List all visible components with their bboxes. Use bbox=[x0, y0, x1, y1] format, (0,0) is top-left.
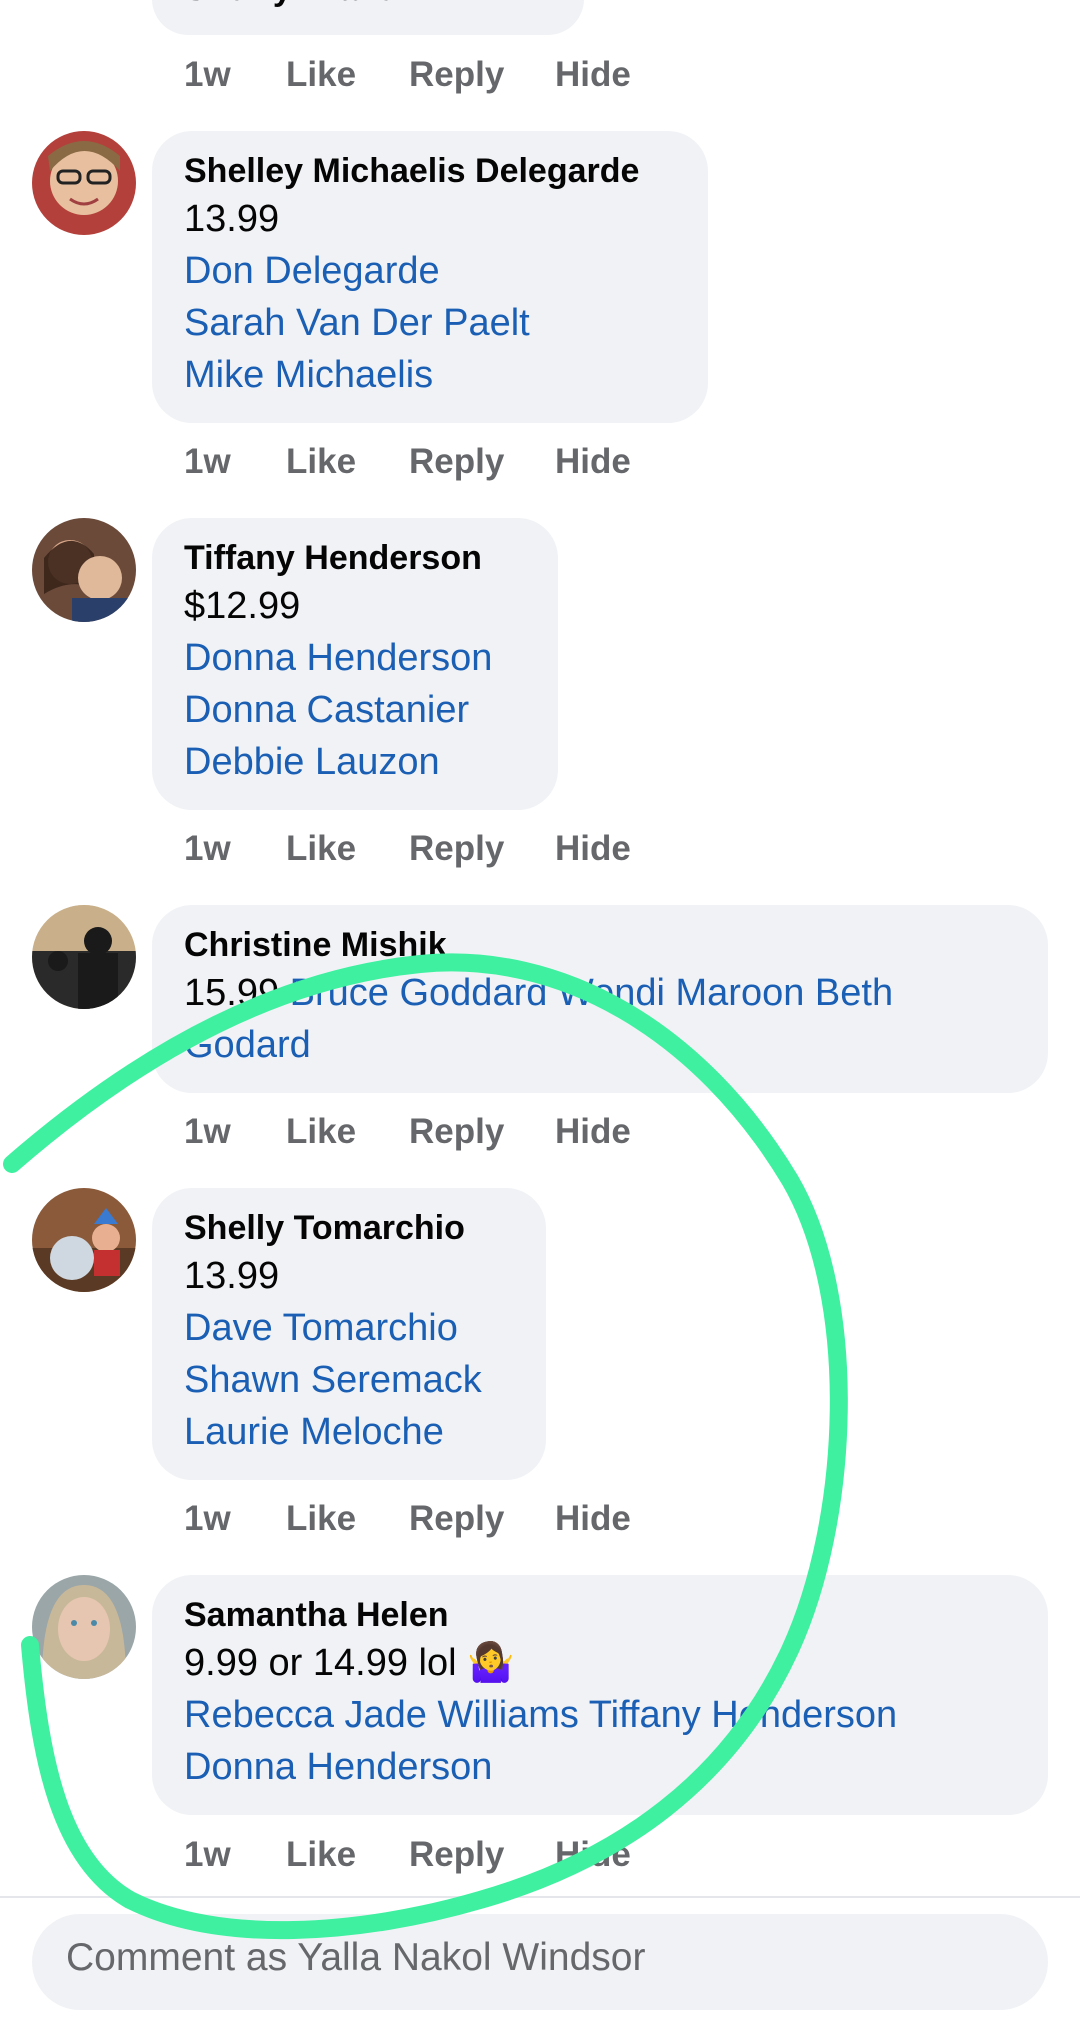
shrug-emoji: 🤷‍♀️ bbox=[467, 1642, 515, 1684]
like-button[interactable]: Like bbox=[286, 1112, 409, 1152]
avatar[interactable] bbox=[32, 518, 136, 622]
reply-button[interactable]: Reply bbox=[409, 1112, 555, 1152]
tagged-user[interactable]: Debbie Lauzon bbox=[184, 736, 526, 788]
reply-button[interactable]: Reply bbox=[409, 829, 555, 869]
tagged-users[interactable]: Rebecca Jade Williams Tiffany Henderson bbox=[184, 1689, 1016, 1741]
comment-bubble[interactable]: Shelly Tomarchio 13.99 Dave Tomarchio Sh… bbox=[152, 1188, 546, 1480]
comment-text: 13.99 bbox=[184, 1255, 280, 1297]
comment-text: 9.99 or 14.99 lol bbox=[184, 1642, 457, 1684]
hide-button[interactable]: Hide bbox=[555, 1835, 631, 1875]
comment-author[interactable]: Tiffany Henderson bbox=[184, 536, 526, 580]
comment-time[interactable]: 1w bbox=[184, 1499, 286, 1539]
tagged-user[interactable]: Sarah Van Der Paelt bbox=[184, 297, 676, 349]
tagged-user[interactable]: Donna Castanier bbox=[184, 684, 526, 736]
comment-text-line: 15.99 Bruce Goddard Wendi Maroon Beth bbox=[184, 967, 1016, 1019]
comment-author[interactable]: Christine Mishik bbox=[184, 923, 1016, 967]
comment-bubble[interactable]: Shelley Michaelis Delegarde 13.99 Don De… bbox=[152, 131, 708, 423]
comment-actions: 1w Like Reply Hide bbox=[184, 1107, 631, 1157]
comment-actions: 1w Like Reply Hide bbox=[184, 437, 631, 487]
comment-author[interactable]: Samantha Helen bbox=[184, 1593, 1016, 1637]
comment-actions: 1w Like Reply Hide bbox=[184, 50, 631, 100]
comment-text: $12.99 bbox=[184, 585, 301, 627]
comment-bubble[interactable]: Tiffany Henderson $12.99 Donna Henderson… bbox=[152, 518, 558, 810]
comment-bubble[interactable]: Samantha Helen 9.99 or 14.99 lol 🤷‍♀️ Re… bbox=[152, 1575, 1048, 1815]
tagged-user[interactable]: Shawn Seremack bbox=[184, 1354, 514, 1406]
reply-button[interactable]: Reply bbox=[409, 1835, 555, 1875]
comment-text: 13.99 bbox=[184, 198, 280, 240]
like-button[interactable]: Like bbox=[286, 1835, 409, 1875]
comment-author[interactable]: Shelly Tomarchio bbox=[184, 1206, 514, 1250]
tagged-users[interactable]: Godard bbox=[184, 1019, 1016, 1071]
comment-text-line: 9.99 or 14.99 lol 🤷‍♀️ bbox=[184, 1637, 1016, 1689]
like-button[interactable]: Like bbox=[286, 55, 409, 95]
avatar[interactable] bbox=[32, 131, 136, 235]
comment-actions: 1w Like Reply Hide bbox=[184, 1830, 631, 1880]
hide-button[interactable]: Hide bbox=[555, 442, 631, 482]
comment-time[interactable]: 1w bbox=[184, 1112, 286, 1152]
comment-time[interactable]: 1w bbox=[184, 55, 286, 95]
like-button[interactable]: Like bbox=[286, 1499, 409, 1539]
comment-bubble-partial[interactable]: Sherry Drake bbox=[152, 0, 584, 35]
avatar[interactable] bbox=[32, 1575, 136, 1679]
tagged-users[interactable]: Bruce Goddard Wendi Maroon Beth bbox=[290, 972, 893, 1014]
tagged-user[interactable]: Laurie Meloche bbox=[184, 1406, 514, 1458]
tagged-user[interactable]: Mike Michaelis bbox=[184, 349, 676, 401]
avatar[interactable] bbox=[32, 1188, 136, 1292]
comment-actions: 1w Like Reply Hide bbox=[184, 1494, 631, 1544]
comment-actions: 1w Like Reply Hide bbox=[184, 824, 631, 874]
tagged-users[interactable]: Donna Henderson bbox=[184, 1741, 1016, 1793]
tagged-user[interactable]: Donna Henderson bbox=[184, 632, 526, 684]
comment-bubble[interactable]: Christine Mishik 15.99 Bruce Goddard Wen… bbox=[152, 905, 1048, 1093]
tagged-user[interactable]: Dave Tomarchio bbox=[184, 1302, 514, 1354]
tagged-user[interactable]: Don Delegarde bbox=[184, 245, 676, 297]
hide-button[interactable]: Hide bbox=[555, 1112, 631, 1152]
comment-input[interactable]: Comment as Yalla Nakol Windsor bbox=[32, 1914, 1048, 2010]
reply-button[interactable]: Reply bbox=[409, 442, 555, 482]
comment-time[interactable]: 1w bbox=[184, 1835, 286, 1875]
hide-button[interactable]: Hide bbox=[555, 55, 631, 95]
like-button[interactable]: Like bbox=[286, 829, 409, 869]
like-button[interactable]: Like bbox=[286, 442, 409, 482]
hide-button[interactable]: Hide bbox=[555, 829, 631, 869]
reply-button[interactable]: Reply bbox=[409, 55, 555, 95]
reply-button[interactable]: Reply bbox=[409, 1499, 555, 1539]
avatar[interactable] bbox=[32, 905, 136, 1009]
comment-author[interactable]: Sherry Drake bbox=[184, 0, 396, 9]
comment-author[interactable]: Shelley Michaelis Delegarde bbox=[184, 149, 676, 193]
comment-time[interactable]: 1w bbox=[184, 829, 286, 869]
comment-text: 15.99 bbox=[184, 972, 280, 1014]
hide-button[interactable]: Hide bbox=[555, 1499, 631, 1539]
divider bbox=[0, 1896, 1080, 1898]
comment-time[interactable]: 1w bbox=[184, 442, 286, 482]
comment-input-placeholder: Comment as Yalla Nakol Windsor bbox=[66, 1936, 646, 1979]
